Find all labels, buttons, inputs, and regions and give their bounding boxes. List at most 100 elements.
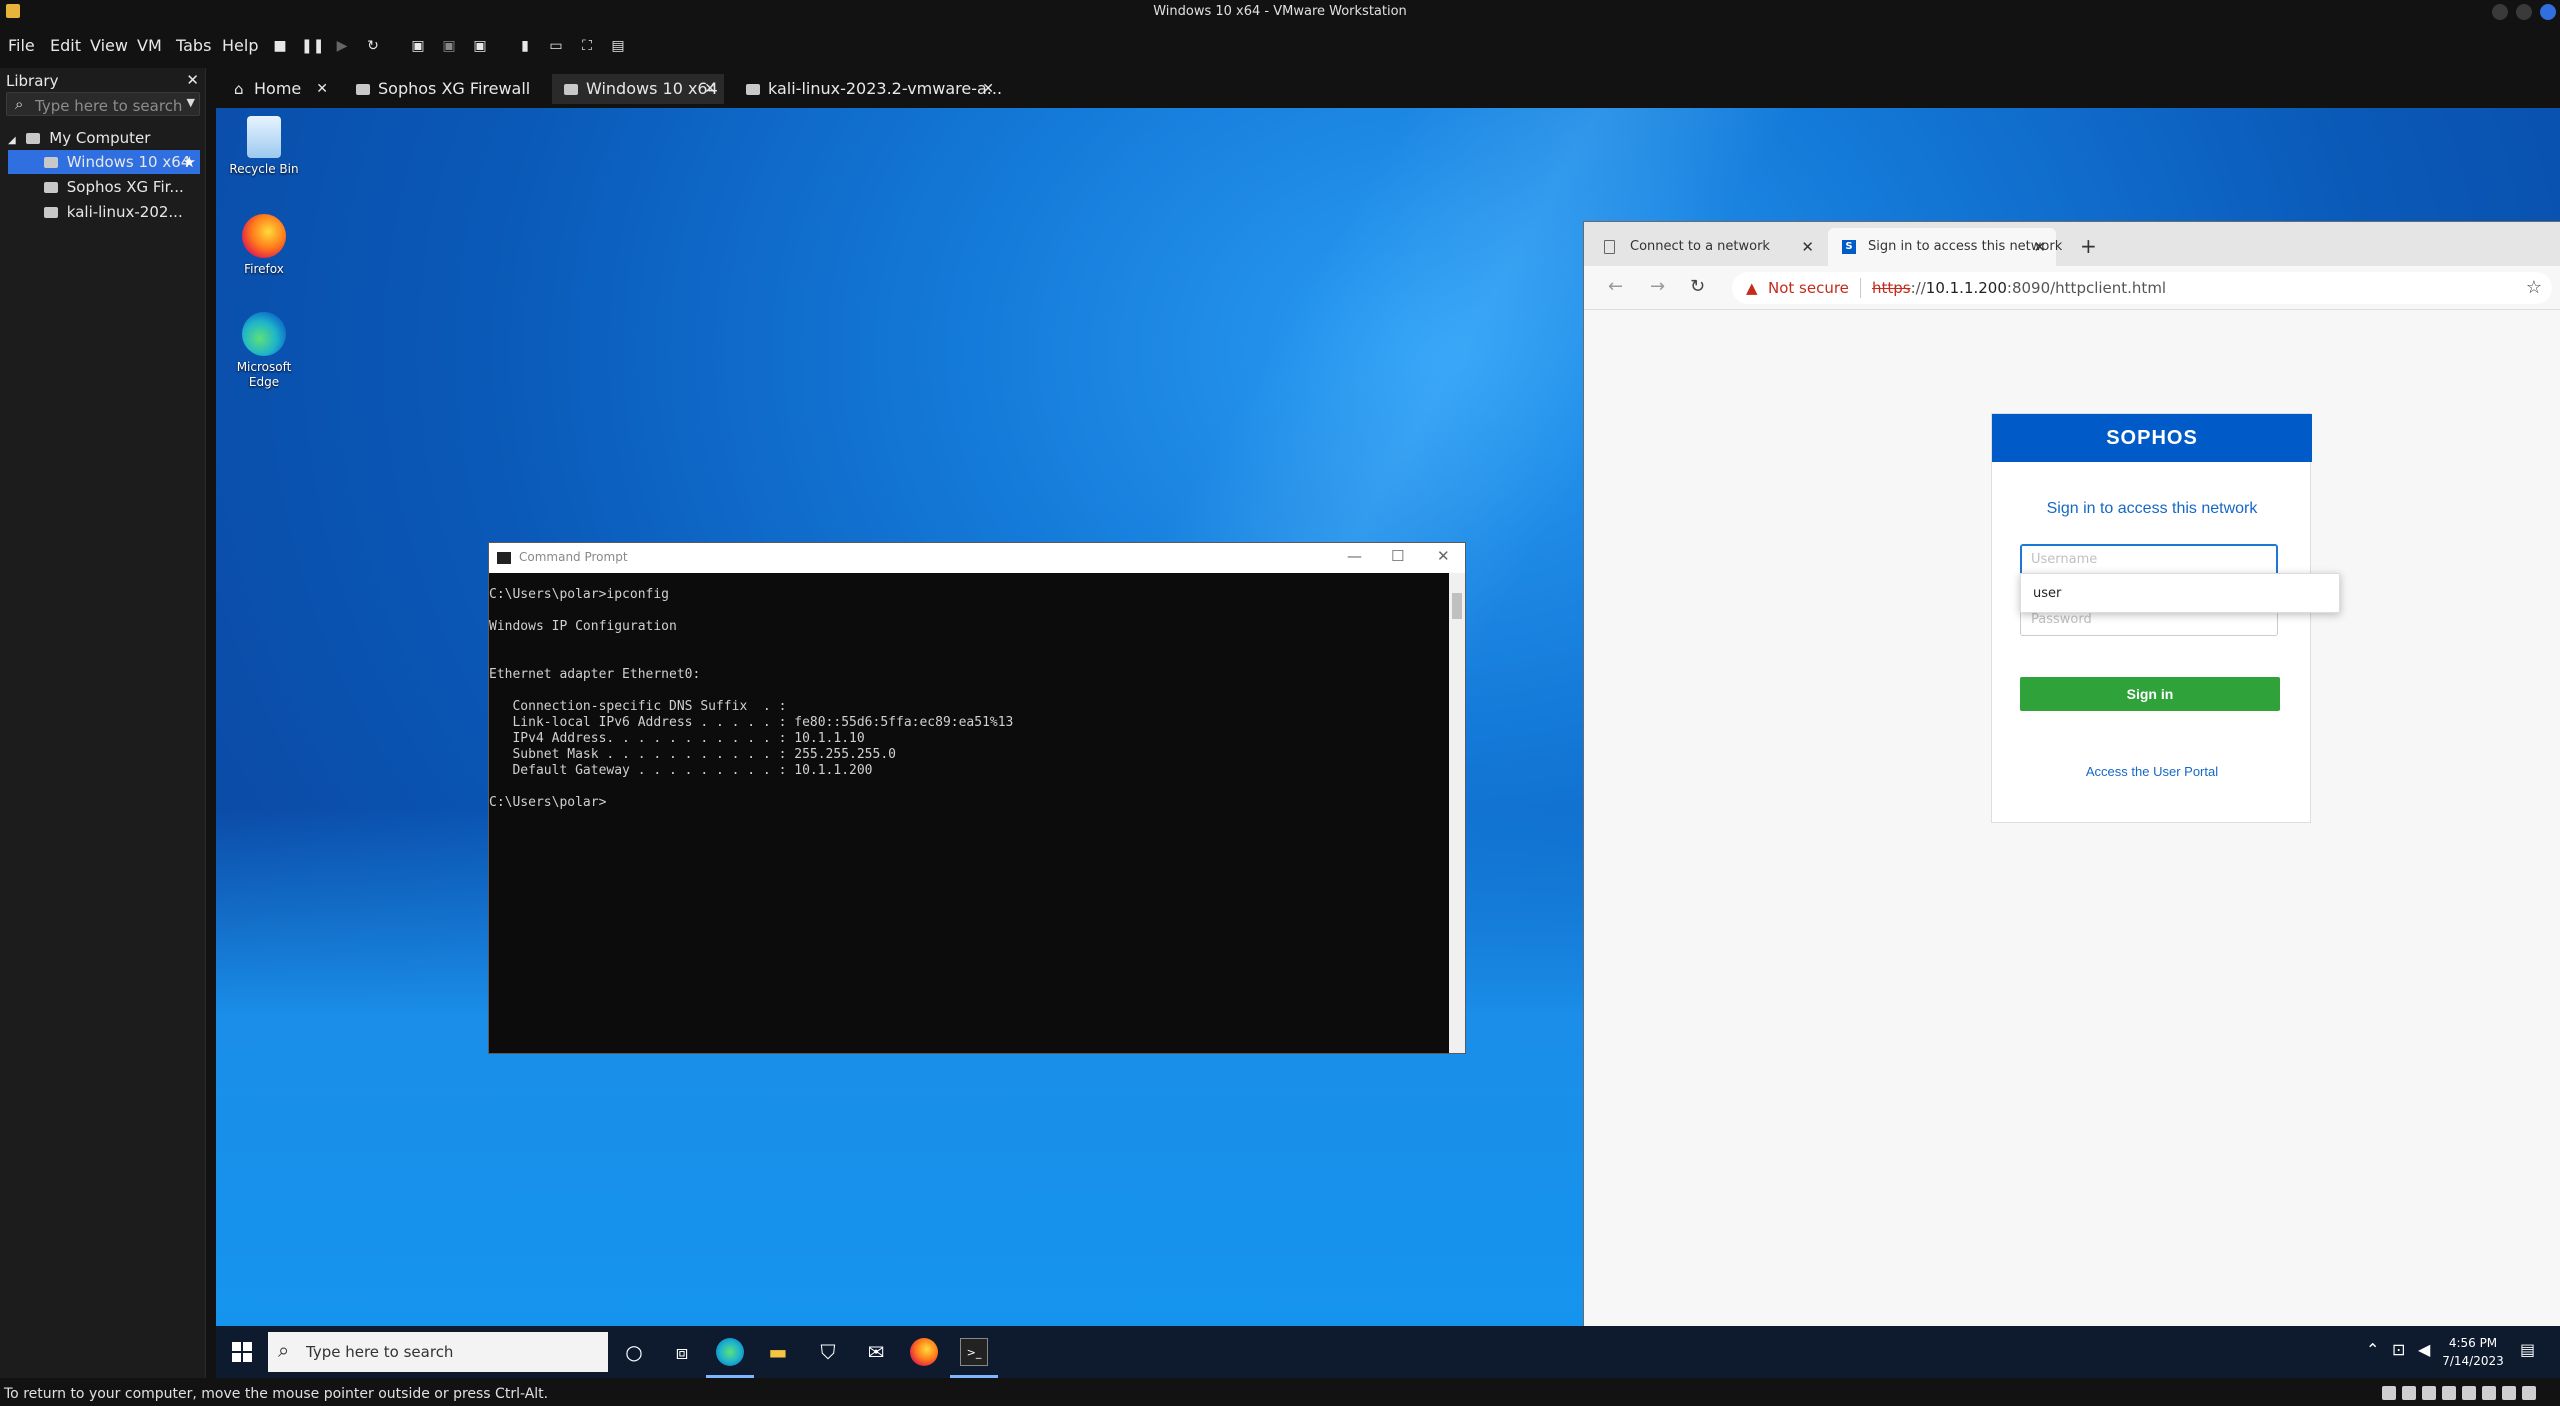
network-device-icon[interactable] xyxy=(2422,1386,2436,1400)
cmd-title-bar[interactable]: Command Prompt — ☐ ✕ xyxy=(489,543,1465,573)
messages-device-icon[interactable] xyxy=(2522,1386,2536,1400)
url-text[interactable]: https://10.1.1.200:8090/httpclient.html xyxy=(1872,279,2166,297)
menu-tabs[interactable]: Tabs xyxy=(176,36,211,55)
taskbar-search-input[interactable]: ⌕ Type here to search xyxy=(268,1332,608,1372)
not-secure-label[interactable]: Not secure xyxy=(1768,279,1849,297)
taskbar-firefox-icon[interactable] xyxy=(910,1338,938,1366)
store-icon[interactable]: ⛉ xyxy=(814,1338,842,1366)
restart-icon[interactable]: ↻ xyxy=(363,36,383,56)
home-icon: ⌂ xyxy=(234,80,244,98)
menu-view[interactable]: View xyxy=(90,36,128,55)
library-panel: Library ✕ ⌕ Type here to search ▼ ◢ My C… xyxy=(0,68,206,1378)
network-icon[interactable]: ⊡ xyxy=(2392,1340,2405,1359)
cmd-output[interactable]: C:\Users\polar>ipconfig Windows IP Confi… xyxy=(489,587,1013,811)
tab-kali[interactable]: kali-linux-2023.2-vmware-a... ✕ xyxy=(732,74,1002,104)
mail-icon[interactable]: ✉ xyxy=(862,1338,890,1366)
tree-item-windows10[interactable]: Windows 10 x64 ★ xyxy=(8,150,200,174)
browser-tab-close-icon[interactable]: ✕ xyxy=(1801,228,1814,266)
maximize-icon[interactable] xyxy=(2516,4,2532,20)
browser-tab-close-icon[interactable]: ✕ xyxy=(2033,228,2046,266)
snapshot-icon[interactable]: ▣ xyxy=(408,36,428,56)
library-search-input[interactable]: ⌕ Type here to search ▼ xyxy=(6,92,200,116)
volume-icon[interactable]: ◀ xyxy=(2418,1340,2430,1359)
harddisk-device-icon[interactable] xyxy=(2382,1386,2396,1400)
cmd-title: Command Prompt xyxy=(519,550,628,564)
cortana-icon[interactable]: ○ xyxy=(620,1338,648,1366)
refresh-icon[interactable]: ↻ xyxy=(1690,276,1705,297)
tree-item-sophos[interactable]: Sophos XG Fir... xyxy=(8,175,184,199)
menu-help[interactable]: Help xyxy=(222,36,258,55)
tree-item-kali[interactable]: kali-linux-202... xyxy=(8,200,183,224)
taskbar-edge-icon[interactable] xyxy=(716,1338,744,1366)
minimize-icon[interactable] xyxy=(2492,4,2508,20)
taskbar-clock[interactable]: 4:56 PM 7/14/2023 xyxy=(2438,1334,2508,1370)
pause-icon[interactable]: ❚❚ xyxy=(301,36,324,56)
star-icon[interactable]: ★ xyxy=(183,150,196,174)
vm-tab-bar: ⌂ Home ✕ Sophos XG Firewall ✕ Windows 10… xyxy=(222,68,2560,108)
cmd-line: Ethernet adapter Ethernet0: xyxy=(489,667,701,682)
cmd-close-icon[interactable]: ✕ xyxy=(1437,547,1450,565)
cmd-line xyxy=(489,603,1013,619)
cmd-line xyxy=(489,651,1013,667)
browser-tab-connect[interactable]: Connect to a network ✕ xyxy=(1590,228,1824,266)
cmd-minimize-icon[interactable]: — xyxy=(1347,547,1362,565)
cmd-maximize-icon[interactable]: ☐ xyxy=(1391,547,1404,565)
cmd-scrollbar-thumb[interactable] xyxy=(1452,593,1462,619)
cmd-active-indicator xyxy=(950,1375,998,1378)
close-icon[interactable] xyxy=(2540,4,2556,20)
favorite-star-icon[interactable]: ☆ xyxy=(2526,277,2542,298)
user-portal-link[interactable]: Access the User Portal xyxy=(1992,764,2312,779)
snapshot-manager-icon[interactable]: ▣ xyxy=(470,36,490,56)
tray-chevron-icon[interactable]: ⌃ xyxy=(2366,1340,2379,1359)
revert-snapshot-icon[interactable]: ▣ xyxy=(439,36,459,56)
username-input[interactable]: Username xyxy=(2020,544,2278,576)
library-close-icon[interactable]: ✕ xyxy=(186,71,199,89)
task-view-icon[interactable]: ⧈ xyxy=(668,1338,696,1366)
cmd-scrollbar[interactable] xyxy=(1449,573,1465,1053)
cdrom-device-icon[interactable] xyxy=(2402,1386,2416,1400)
window-title: Windows 10 x64 - VMware Workstation xyxy=(1153,4,1407,19)
display-device-icon[interactable] xyxy=(2502,1386,2516,1400)
menu-file[interactable]: File xyxy=(8,36,35,55)
computer-icon xyxy=(26,133,41,144)
tree-my-computer[interactable]: ◢ My Computer xyxy=(8,126,150,150)
console-view-icon[interactable]: ▤ xyxy=(608,36,628,56)
command-prompt-window[interactable]: Command Prompt — ☐ ✕ C:\Users\polar>ipco… xyxy=(488,542,1466,1054)
desktop-icon-recycle-bin[interactable]: Recycle Bin xyxy=(226,116,302,177)
forward-icon[interactable]: → xyxy=(1650,276,1665,297)
menu-edit[interactable]: Edit xyxy=(50,36,81,55)
printer-device-icon[interactable] xyxy=(2482,1386,2496,1400)
menu-vm[interactable]: VM xyxy=(137,36,162,55)
clock-date: 7/14/2023 xyxy=(2442,1354,2504,1368)
taskbar-cmd-icon[interactable]: >_ xyxy=(960,1338,988,1366)
sound-device-icon[interactable] xyxy=(2462,1386,2476,1400)
play-icon[interactable]: ▶ xyxy=(332,36,352,56)
desktop-icon-edge[interactable]: Microsoft Edge xyxy=(226,312,302,390)
caret-down-icon[interactable]: ◢ xyxy=(8,135,16,146)
autocomplete-option[interactable]: user xyxy=(2033,586,2061,601)
windows-start-icon[interactable] xyxy=(232,1342,252,1362)
edge-icon xyxy=(242,312,286,356)
sidebar-toggle-icon[interactable]: ▮ xyxy=(515,36,535,56)
tab-close-icon[interactable]: ✕ xyxy=(316,74,328,104)
file-explorer-icon[interactable]: ▬ xyxy=(764,1338,792,1366)
stop-icon[interactable]: ■ xyxy=(270,36,290,56)
address-row: ← → ↻ ▲ Not secure https://10.1.1.200:80… xyxy=(1584,266,2560,310)
address-bar[interactable]: ▲ Not secure https://10.1.1.200:8090/htt… xyxy=(1732,272,2552,304)
browser-tab-signin[interactable]: S Sign in to access this network ✕ xyxy=(1828,228,2062,266)
tab-close-icon[interactable]: ✕ xyxy=(704,74,716,104)
edge-browser-window[interactable]: Connect to a network ✕ S Sign in to acce… xyxy=(1583,221,2560,1326)
tab-close-icon[interactable]: ✕ xyxy=(982,74,994,104)
tab-windows10[interactable]: Windows 10 x64 ✕ xyxy=(552,74,724,104)
back-icon[interactable]: ← xyxy=(1608,276,1623,297)
notifications-icon[interactable]: ▤ xyxy=(2520,1340,2535,1359)
desktop-icon-firefox[interactable]: Firefox xyxy=(226,214,302,277)
tab-home[interactable]: ⌂ Home ✕ xyxy=(222,74,336,104)
new-tab-icon[interactable]: + xyxy=(2080,234,2097,258)
chevron-down-icon[interactable]: ▼ xyxy=(187,96,195,109)
sign-in-button[interactable]: Sign in xyxy=(2020,677,2280,711)
usb-device-icon[interactable] xyxy=(2442,1386,2456,1400)
url-path: :8090/httpclient.html xyxy=(2006,279,2167,297)
fullscreen-icon[interactable]: ⛶ xyxy=(577,36,597,56)
thumbnail-bar-icon[interactable]: ▭ xyxy=(546,36,566,56)
